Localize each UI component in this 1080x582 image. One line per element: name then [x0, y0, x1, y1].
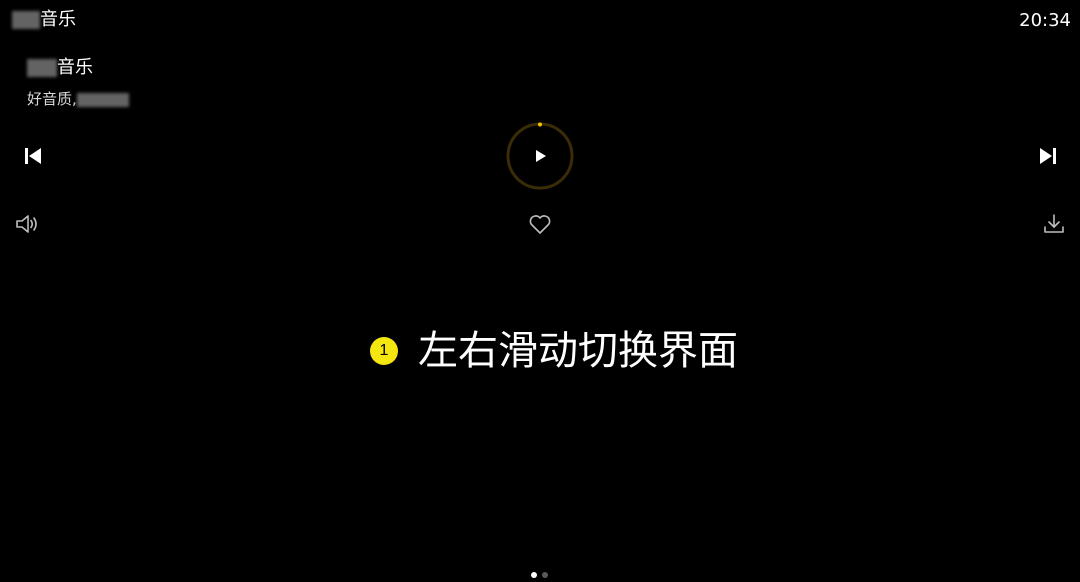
progress-indicator [538, 122, 542, 127]
page-dot-2[interactable] [542, 572, 548, 578]
redacted-text [27, 59, 57, 77]
hint-step-badge: 1 [370, 337, 398, 365]
previous-button[interactable] [17, 140, 49, 172]
status-app-name-text: 音乐 [40, 9, 76, 30]
track-subtitle: 好音质, [27, 88, 129, 110]
status-app-name: 音乐 [12, 8, 76, 32]
track-title: 音乐 [27, 56, 93, 80]
download-button[interactable] [1039, 209, 1069, 239]
track-title-text: 音乐 [57, 57, 93, 78]
page-indicator [531, 572, 548, 578]
skip-next-icon [1040, 148, 1056, 164]
volume-button[interactable] [12, 209, 42, 239]
next-button[interactable] [1032, 140, 1064, 172]
page-dot-1[interactable] [531, 572, 537, 578]
heart-icon [529, 215, 551, 234]
play-button[interactable] [506, 122, 574, 190]
download-icon [1044, 214, 1064, 233]
track-subtitle-text: 好音质, [27, 90, 77, 108]
redacted-text [12, 11, 40, 29]
skip-previous-icon [25, 148, 41, 164]
redacted-text [76, 92, 129, 107]
hint-text: 左右滑动切换界面 [418, 328, 738, 374]
swipe-hint: 1 左右滑动切换界面 [370, 323, 738, 379]
volume-icon [16, 215, 37, 233]
play-icon [536, 150, 546, 162]
status-clock: 20:34 [1019, 10, 1071, 31]
favorite-button[interactable] [525, 209, 555, 239]
play-progress-ring [506, 122, 574, 190]
